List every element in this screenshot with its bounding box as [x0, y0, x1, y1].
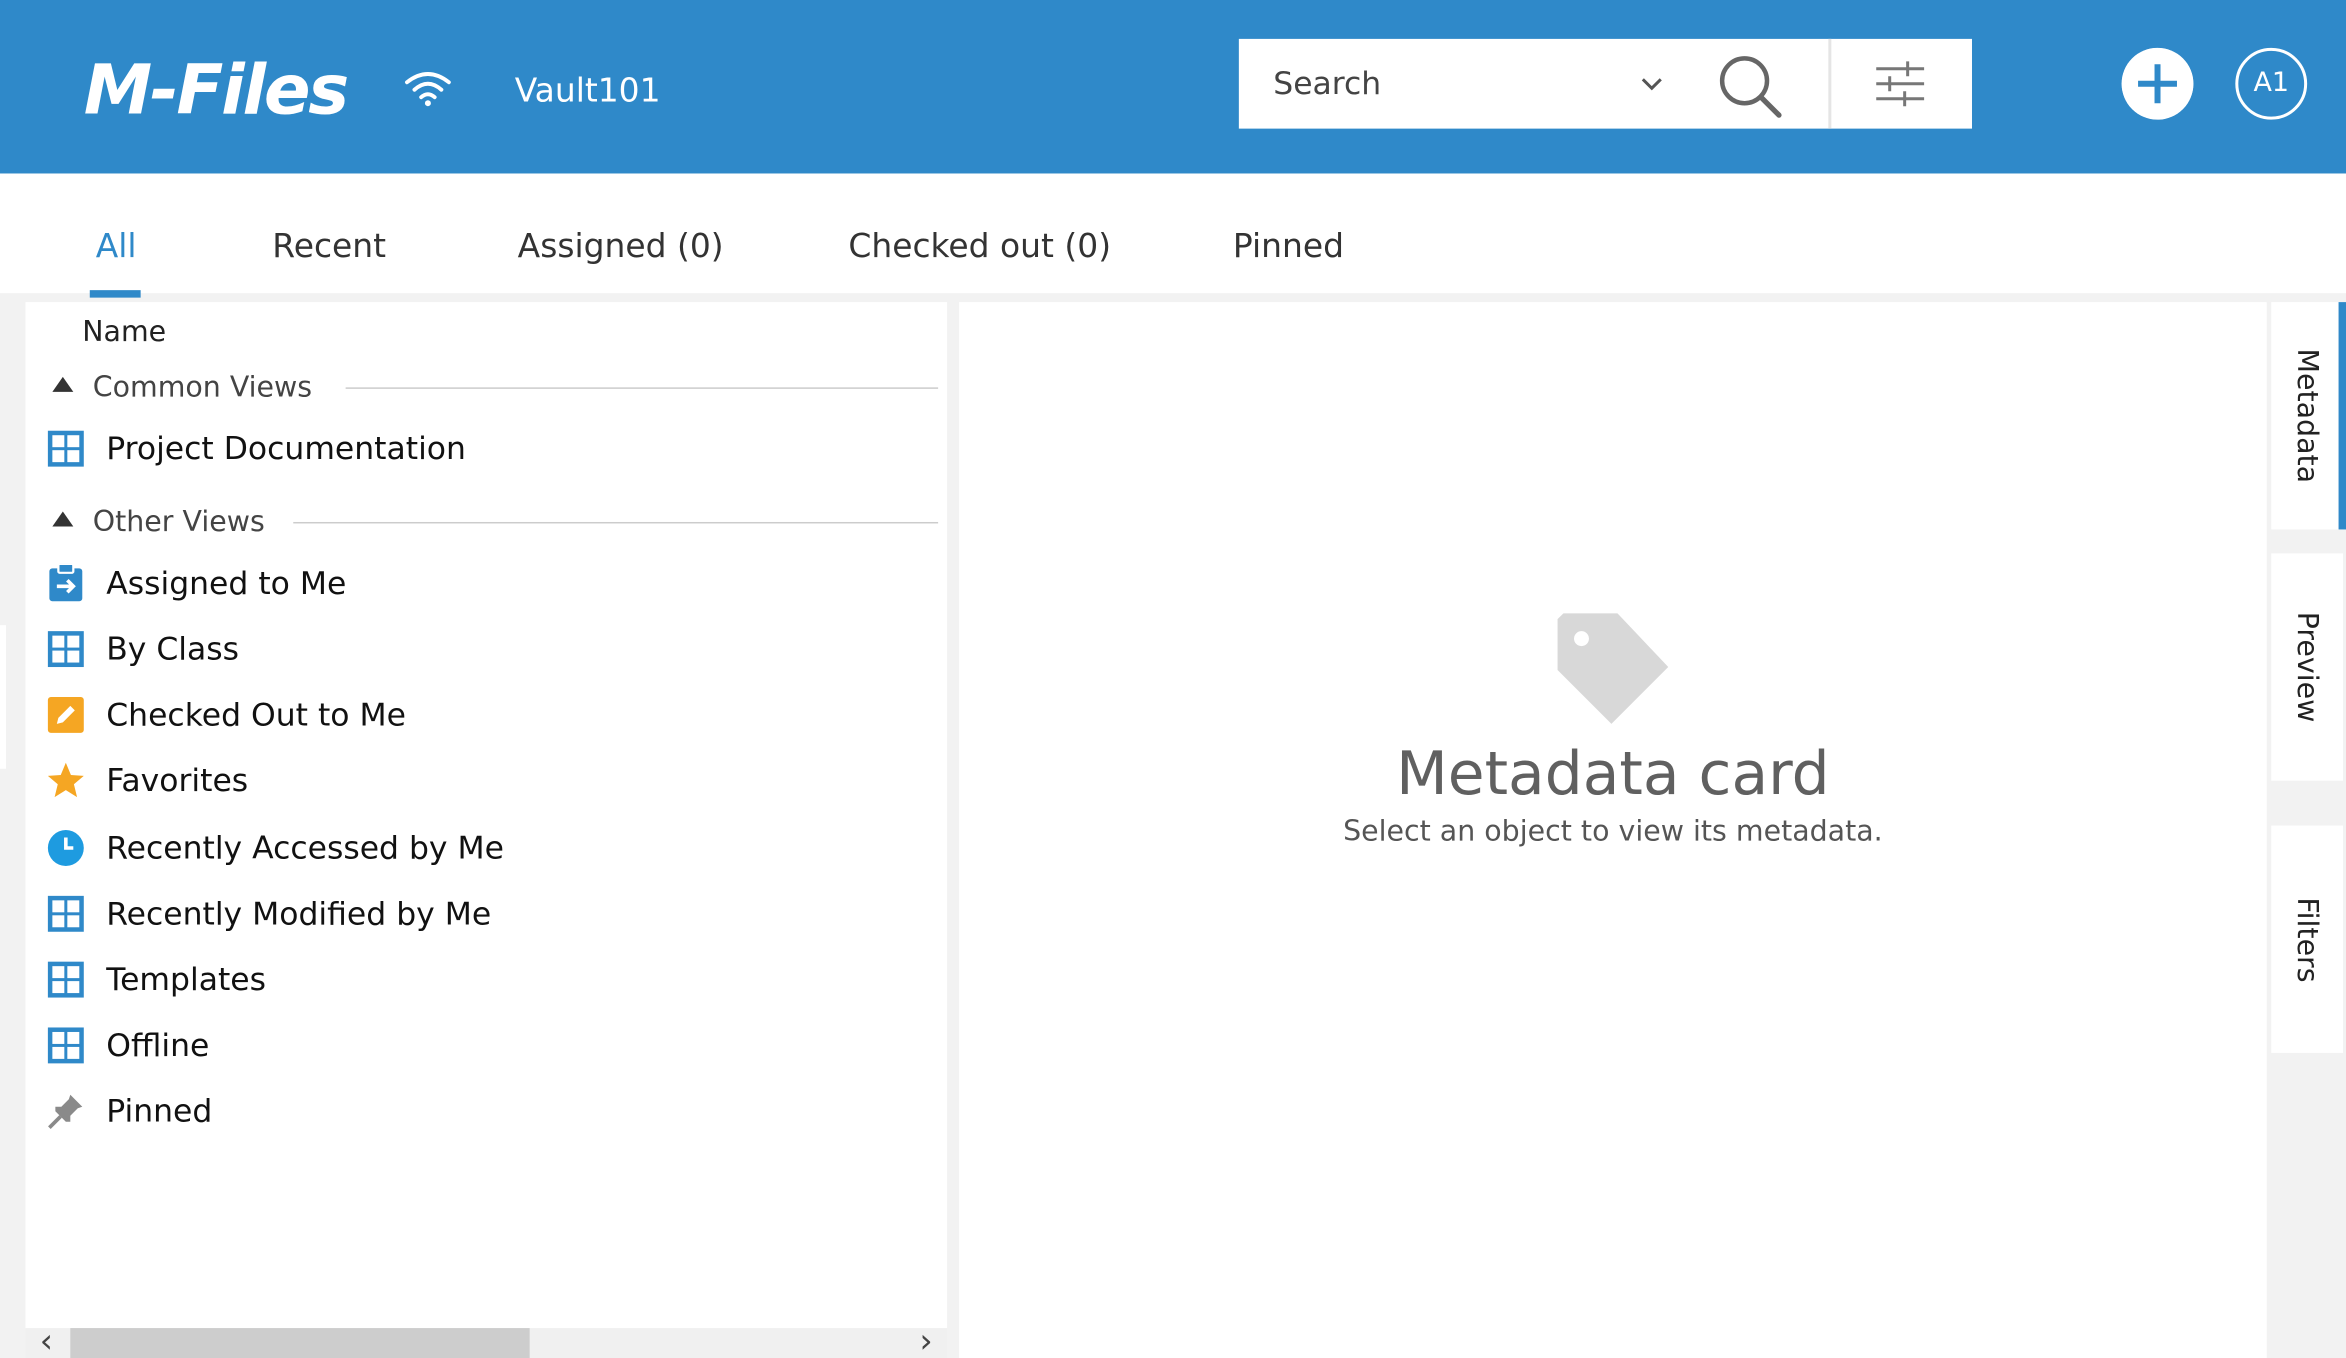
scroll-right-arrow[interactable]: ›	[911, 1326, 941, 1358]
group-divider	[345, 387, 939, 389]
list-item-label: Recently Accessed by Me	[106, 830, 504, 866]
list-item-favorites[interactable]: Favorites	[46, 754, 929, 808]
clock-icon	[47, 830, 84, 866]
views-list-panel: Name Common Views Project Documentation …	[25, 302, 948, 1358]
scroll-left-arrow[interactable]: ‹	[31, 1326, 61, 1358]
list-item-templates[interactable]: Templates	[46, 953, 929, 1007]
tab-filters-label: Filters	[2290, 896, 2324, 982]
view-grid-icon	[47, 430, 84, 467]
list-item-label: Templates	[106, 961, 266, 998]
tab-preview[interactable]: Preview	[2271, 553, 2344, 781]
list-item-recently-modified-by-me[interactable]: Recently Modified by Me	[46, 887, 929, 941]
top-bar: M-Files Vault101 Search A1	[0, 0, 2346, 174]
tab-preview-label: Preview	[2290, 611, 2324, 723]
assignment-icon	[49, 563, 83, 602]
column-header-name[interactable]: Name	[82, 311, 166, 353]
group-divider	[293, 521, 939, 524]
metadata-panel: Metadata card Select an object to view i…	[959, 302, 2267, 1358]
tab-recent[interactable]: Recent	[272, 224, 386, 272]
search-divider	[1828, 38, 1832, 129]
view-grid-icon	[47, 961, 84, 998]
list-item-assigned-to-me[interactable]: Assigned to Me	[46, 556, 929, 610]
tab-assigned[interactable]: Assigned (0)	[518, 224, 724, 272]
view-grid-icon	[47, 1027, 84, 1064]
tab-all[interactable]: All	[96, 224, 137, 272]
group-label: Other Views	[92, 505, 265, 539]
list-item-by-class[interactable]: By Class	[46, 622, 929, 676]
app-logo[interactable]: M-Files	[84, 45, 349, 135]
app-window: M-Files Vault101 Search A1 All Recent As…	[0, 0, 2346, 1358]
list-item-offline[interactable]: Offline	[46, 1019, 929, 1073]
checked-out-icon	[47, 696, 84, 733]
left-pane-handle[interactable]	[0, 625, 6, 769]
tab-filters[interactable]: Filters	[2271, 825, 2344, 1053]
list-item-recently-accessed-by-me[interactable]: Recently Accessed by Me	[46, 821, 929, 875]
chevron-down-icon[interactable]	[1637, 69, 1667, 99]
group-label: Common Views	[92, 370, 313, 404]
collapse-icon[interactable]	[52, 511, 74, 527]
metadata-card-subtitle: Select an object to view its metadata.	[1343, 815, 1883, 849]
group-other-views[interactable]: Other Views	[52, 501, 939, 543]
collapse-icon[interactable]	[52, 376, 74, 392]
active-side-tab-indicator	[2338, 302, 2346, 530]
search-box	[1238, 38, 1972, 129]
view-grid-icon	[47, 631, 84, 668]
list-item-label: Recently Modified by Me	[106, 895, 492, 932]
list-item-label: By Class	[106, 631, 240, 668]
metadata-card-title: Metadata card	[1396, 740, 1830, 810]
view-tabs: All Recent Assigned (0) Checked out (0) …	[0, 173, 2346, 298]
list-item-pinned[interactable]: Pinned	[46, 1084, 929, 1138]
scrollbar-thumb[interactable]	[70, 1328, 530, 1358]
list-item-label: Favorites	[106, 762, 249, 799]
search-input[interactable]	[1238, 38, 1679, 129]
search-icon[interactable]	[1715, 51, 1787, 123]
user-avatar[interactable]: A1	[2235, 47, 2308, 120]
tab-checked-out[interactable]: Checked out (0)	[848, 224, 1111, 272]
advanced-search-icon[interactable]	[1873, 57, 1927, 111]
vault-name[interactable]: Vault101	[515, 69, 661, 117]
list-item-label: Offline	[106, 1027, 210, 1064]
pin-icon	[48, 1094, 83, 1130]
tab-pinned[interactable]: Pinned	[1233, 224, 1344, 272]
group-common-views[interactable]: Common Views	[52, 366, 939, 408]
list-item-label: Project Documentation	[106, 430, 466, 467]
list-item-project-documentation[interactable]: Project Documentation	[46, 422, 929, 476]
right-side-tabs: Metadata Preview Filters	[2268, 302, 2346, 1358]
tab-metadata[interactable]: Metadata	[2271, 302, 2346, 530]
list-item-label: Pinned	[106, 1093, 213, 1130]
horizontal-scrollbar[interactable]: ‹ ›	[25, 1326, 948, 1358]
view-grid-icon	[47, 895, 84, 932]
list-item-label: Checked Out to Me	[106, 696, 406, 733]
list-item-label: Assigned to Me	[106, 565, 347, 602]
list-item-checked-out-to-me[interactable]: Checked Out to Me	[46, 688, 929, 742]
tag-icon	[1557, 613, 1669, 724]
active-tab-indicator	[89, 290, 141, 298]
connection-icon	[405, 72, 451, 107]
star-icon	[47, 762, 84, 798]
plus-icon[interactable]	[2121, 47, 2194, 120]
tab-metadata-label: Metadata	[2290, 348, 2324, 484]
